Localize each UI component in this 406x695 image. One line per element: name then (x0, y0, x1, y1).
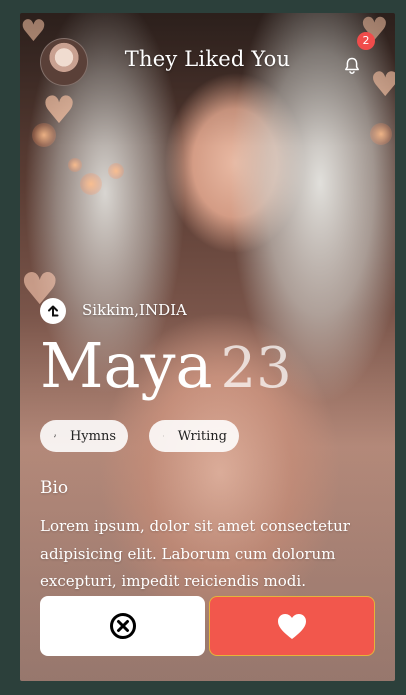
like-button[interactable] (209, 596, 375, 656)
profile-card: ♥ ♥ ♥ ♥ ♥ They Liked You 2 Sikkim,INDIA … (20, 13, 395, 681)
location-text: Sikkim,INDIA (82, 301, 187, 319)
notification-badge: 2 (357, 32, 375, 50)
close-circle-icon (109, 613, 136, 639)
feather-icon (163, 435, 164, 437)
location-icon-button (40, 298, 66, 324)
interest-label: Writing (177, 428, 227, 444)
pass-button[interactable] (40, 596, 205, 656)
arrow-up-icon (48, 305, 59, 317)
notifications-button[interactable]: 2 (338, 32, 375, 79)
interest-chip-writing[interactable]: Writing (149, 420, 239, 452)
heart-icon (278, 613, 306, 639)
bell-icon (345, 57, 359, 74)
music-note-icon (54, 434, 56, 438)
name-age-line: Maya 23 (40, 335, 292, 397)
profile-name: Maya (40, 329, 213, 402)
interest-chip-hymns[interactable]: Hymns (40, 420, 128, 452)
interest-label: Hymns (69, 428, 116, 444)
bio-heading: Bio (40, 478, 69, 498)
bio-text: Lorem ipsum, dolor sit amet consectetur … (40, 517, 350, 590)
profile-age: 23 (220, 336, 292, 401)
